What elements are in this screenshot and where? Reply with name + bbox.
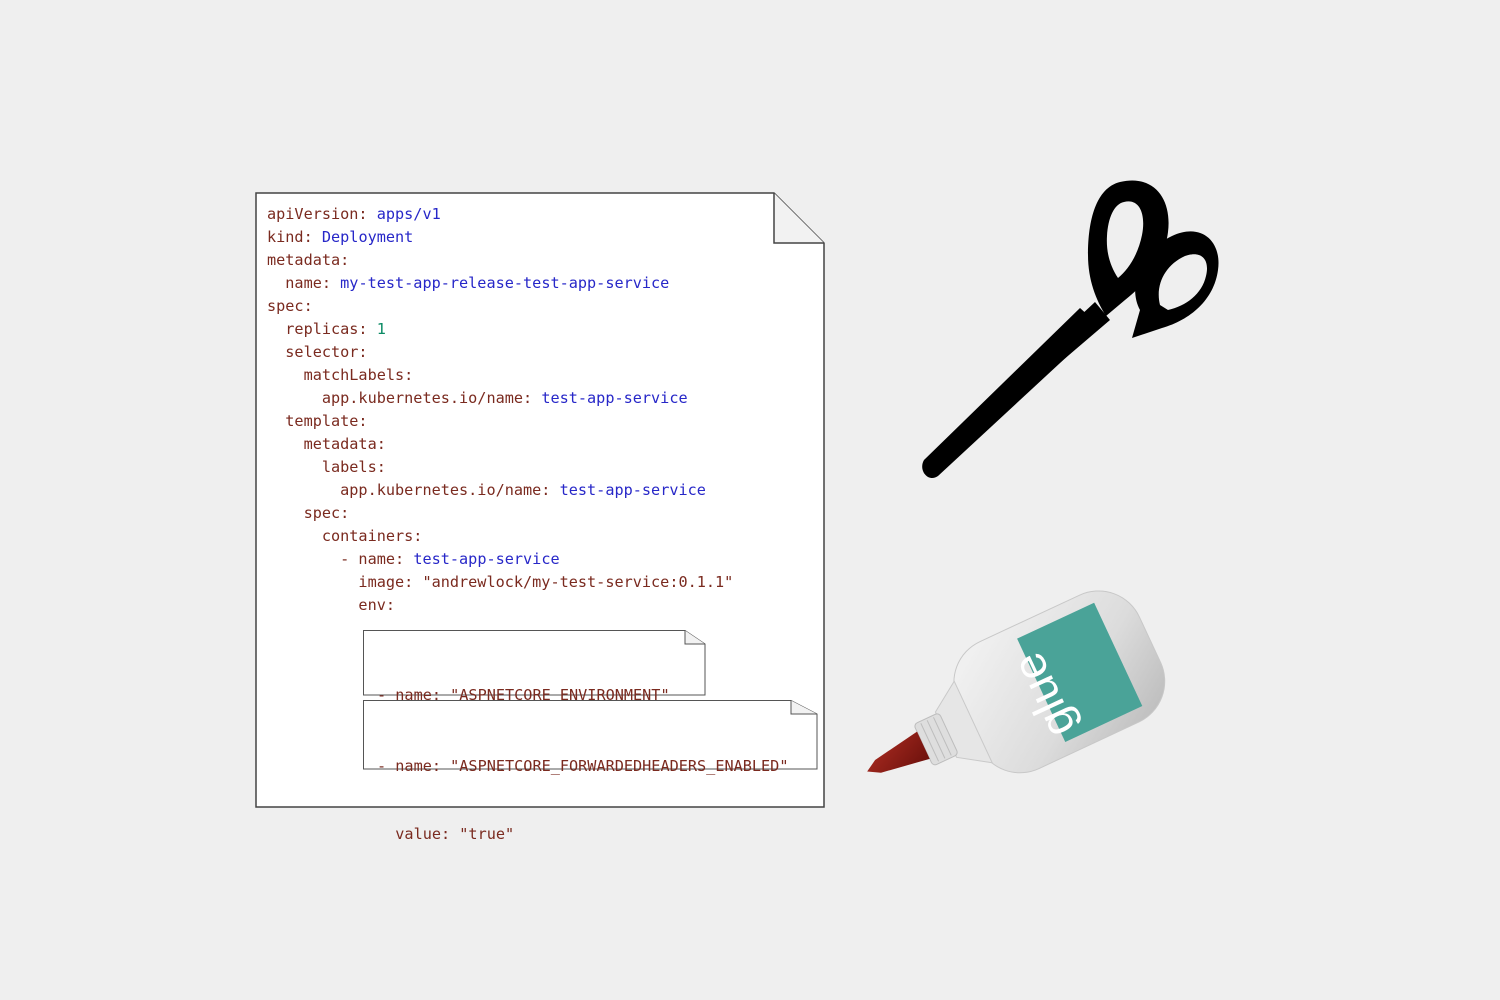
yaml-code: apiVersion: apps/v1 kind: Deployment metad… [267, 203, 733, 617]
yaml-line: name: my-test-app-release-test-app-servi… [267, 272, 733, 295]
yaml-line: app.kubernetes.io/name: test-app-service [267, 479, 733, 502]
yaml-value: Deployment [321, 228, 414, 246]
yaml-line: metadata: [267, 249, 733, 272]
yaml-key: app.kubernetes.io/name: [267, 481, 560, 499]
yaml-value: test-app-service [541, 389, 688, 407]
yaml-key: name: [267, 274, 341, 292]
yaml-key: app.kubernetes.io/name: [267, 389, 542, 407]
yaml-value: test-app-service [559, 481, 706, 499]
yaml-line: image: "andrewlock/my-test-service:0.1.1… [267, 571, 733, 594]
yaml-line: selector: [267, 341, 733, 364]
yaml-line: apiVersion: apps/v1 [267, 203, 733, 226]
yaml-key: template: [267, 412, 368, 430]
yaml-key: labels: [267, 458, 386, 476]
yaml-line: containers: [267, 525, 733, 548]
yaml-line: spec: [267, 295, 733, 318]
glue-bottle-icon: glue [867, 590, 1166, 774]
yaml-key: apiVersion: [267, 205, 377, 223]
yaml-key: replicas: [267, 320, 377, 338]
yaml-line: metadata: [267, 433, 733, 456]
yaml-key: spec: [267, 504, 350, 522]
yaml-line: spec: [267, 502, 733, 525]
yaml-value: apps/v1 [376, 205, 441, 223]
env-snippet-environment: - name: "ASPNETCORE_ENVIRONMENT" value: … [363, 630, 707, 772]
snippet-code: - name: "ASPNETCORE_FORWARDEDHEADERS_ENA… [377, 710, 788, 890]
yaml-key: containers: [267, 527, 423, 545]
yaml-key: spec: [267, 297, 313, 315]
yaml-key: selector: [267, 343, 368, 361]
yaml-key: matchLabels: [267, 366, 414, 384]
yaml-key: image: "andrewlock/my-test-service:0.1.1… [267, 573, 734, 591]
snippet-line: value: "true" [377, 824, 515, 843]
yaml-line: labels: [267, 456, 733, 479]
yaml-value: test-app-service [413, 550, 560, 568]
yaml-line: matchLabels: [267, 364, 733, 387]
yaml-line: template: [267, 410, 733, 433]
snippet-line: - name: "ASPNETCORE_FORWARDEDHEADERS_ENA… [377, 757, 789, 775]
yaml-key: metadata: [267, 251, 350, 269]
yaml-line: - name: test-app-service [267, 548, 733, 571]
yaml-key: - name: [267, 550, 414, 568]
yaml-line: replicas: 1 [267, 318, 733, 341]
yaml-value: 1 [376, 320, 386, 338]
yaml-key: metadata: [267, 435, 386, 453]
yaml-value: my-test-app-release-test-app-service [340, 274, 670, 292]
yaml-line: app.kubernetes.io/name: test-app-service [267, 387, 733, 410]
yaml-line: env: [267, 594, 733, 617]
yaml-line: kind: Deployment [267, 226, 733, 249]
scissors-icon [922, 180, 1219, 478]
yaml-key: kind: [267, 228, 322, 246]
env-snippet-forwarded-headers: - name: "ASPNETCORE_FORWARDEDHEADERS_ENA… [363, 700, 819, 843]
yaml-key: env: [267, 596, 396, 614]
